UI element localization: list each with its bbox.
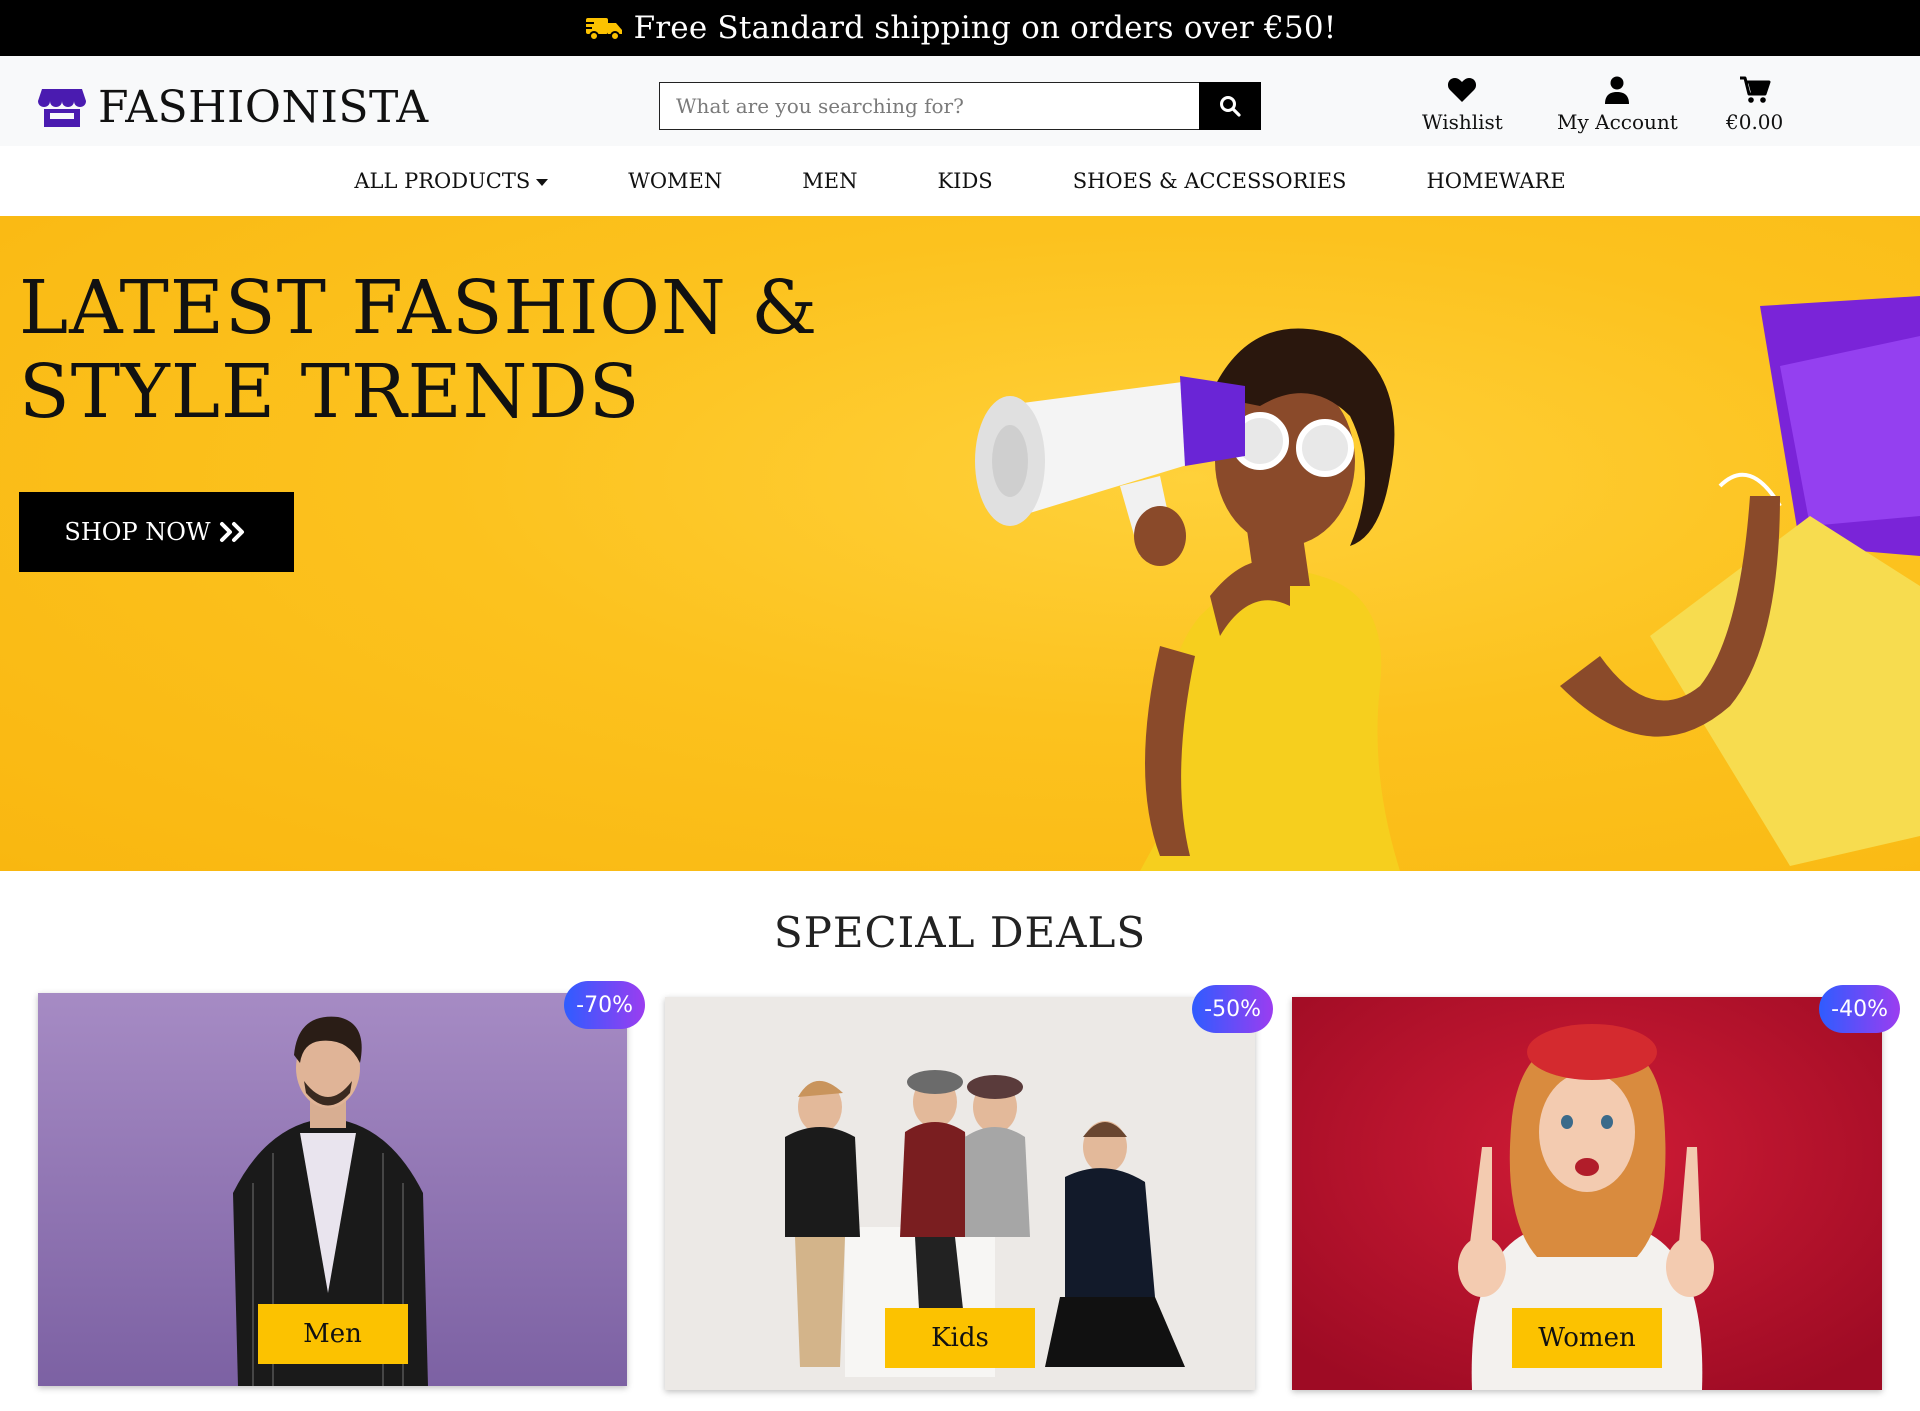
search-bar [659,82,1261,130]
cart-total: €0.00 [1726,110,1784,134]
discount-badge-kids: -50% [1192,985,1273,1033]
account-link[interactable]: My Account [1557,76,1678,134]
hero-image [975,296,1920,871]
deal-card-women[interactable]: Women -40% [1292,985,1900,1390]
shipping-banner: Free Standard shipping on orders over €5… [0,0,1920,56]
search-button[interactable] [1199,82,1261,130]
wishlist-label: Wishlist [1422,110,1503,134]
cart-icon [1739,76,1771,103]
site-header: FASHIONISTA Wishlist My Account €0 [0,56,1920,146]
hero-banner: LATEST FASHION & STYLE TRENDS SHOP NOW [0,216,1920,871]
logo-text: FASHIONISTA [98,82,429,133]
nav-kids[interactable]: KIDS [937,169,992,193]
deal-card-kids[interactable]: Kids -50% [665,985,1273,1390]
deal-label-kids[interactable]: Kids [885,1308,1035,1368]
double-chevron-right-icon [219,522,244,542]
discount-badge-women: -40% [1819,985,1900,1033]
cart-link[interactable]: €0.00 [1726,76,1783,134]
hero-title: LATEST FASHION & STYLE TRENDS [19,265,819,435]
deal-card-men[interactable]: Men -70% [38,981,645,1386]
nav-all-products-label: ALL PRODUCTS [354,169,531,193]
deal-label-men[interactable]: Men [257,1304,408,1364]
search-input[interactable] [659,82,1199,130]
shipping-message: Free Standard shipping on orders over €5… [633,10,1337,46]
nav-all-products[interactable]: ALL PRODUCTS [354,169,549,193]
site-logo[interactable]: FASHIONISTA [38,82,429,133]
caret-down-icon [536,178,549,186]
discount-badge-men: -70% [564,981,645,1029]
search-icon [1220,96,1241,117]
nav-women[interactable]: WOMEN [628,169,722,193]
main-nav: ALL PRODUCTS WOMEN MEN KIDS SHOES & ACCE… [0,146,1920,216]
nav-homeware[interactable]: HOMEWARE [1426,169,1565,193]
truck-icon [583,18,622,41]
special-deals-title: SPECIAL DEALS [773,908,1147,957]
user-icon [1605,76,1630,104]
shop-now-label: SHOP NOW [64,518,211,546]
heart-icon [1448,78,1477,102]
nav-men[interactable]: MEN [802,169,857,193]
account-label: My Account [1557,110,1678,134]
deal-label-women[interactable]: Women [1512,1308,1662,1368]
wishlist-link[interactable]: Wishlist [1422,76,1503,134]
shop-now-button[interactable]: SHOP NOW [19,492,294,572]
nav-shoes-accessories[interactable]: SHOES & ACCESSORIES [1073,169,1347,193]
store-icon [38,88,86,127]
